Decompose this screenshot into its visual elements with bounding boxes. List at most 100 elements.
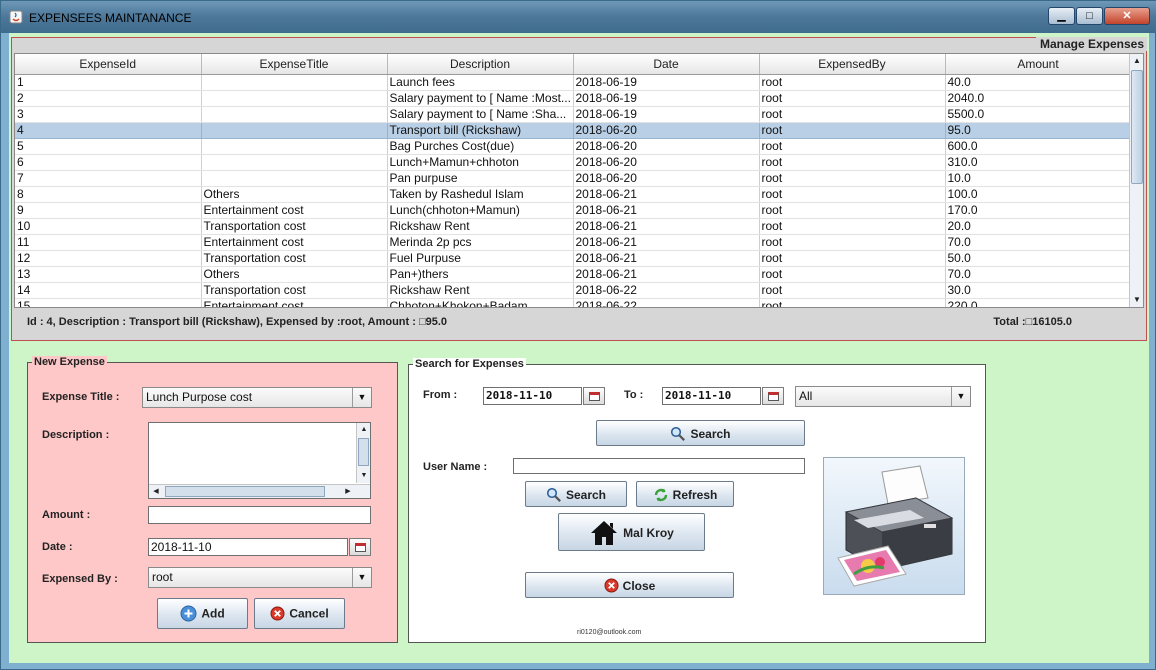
table-cell[interactable]: Entertainment cost <box>201 298 388 307</box>
table-row[interactable]: 13 Others Pan+)thers 2018-06-21 root 70.0 <box>15 266 1132 283</box>
chevron-down-icon[interactable]: ▼ <box>352 568 371 587</box>
table-cell[interactable]: 2018-06-22 <box>573 298 760 307</box>
table-cell[interactable]: root <box>759 122 946 139</box>
table-cell[interactable]: 2018-06-21 <box>573 186 760 203</box>
table-cell[interactable] <box>201 106 388 123</box>
scroll-down-icon[interactable]: ▼ <box>1130 293 1143 307</box>
table-cell[interactable]: Taken by Rashedul Islam <box>387 186 574 203</box>
column-header[interactable]: Description <box>387 54 574 75</box>
table-cell[interactable]: 6 <box>15 154 202 171</box>
table-cell[interactable]: 2018-06-19 <box>573 106 760 123</box>
table-cell[interactable]: Pan purpuse <box>387 170 574 187</box>
table-cell[interactable]: Others <box>201 266 388 283</box>
table-cell[interactable] <box>201 154 388 171</box>
table-cell[interactable]: 600.0 <box>945 138 1132 155</box>
table-cell[interactable]: 8 <box>15 186 202 203</box>
table-cell[interactable]: Salary payment to [ Name :Sha... <box>387 106 574 123</box>
table-cell[interactable]: root <box>759 298 946 307</box>
table-cell[interactable]: root <box>759 154 946 171</box>
table-cell[interactable]: 310.0 <box>945 154 1132 171</box>
table-cell[interactable]: root <box>759 282 946 299</box>
scroll-thumb[interactable] <box>358 438 369 466</box>
refresh-button[interactable]: Refresh <box>636 481 734 507</box>
table-cell[interactable]: root <box>759 186 946 203</box>
table-cell[interactable]: 170.0 <box>945 202 1132 219</box>
table-cell[interactable]: Lunch+Mamun+chhoton <box>387 154 574 171</box>
table-row[interactable]: 15 Entertainment cost Chhoton+Khokon+Badam… <box>15 298 1132 307</box>
maximize-button[interactable]: □ <box>1076 7 1103 25</box>
table-cell[interactable]: 2018-06-21 <box>573 250 760 267</box>
table-cell[interactable]: 2018-06-22 <box>573 282 760 299</box>
table-cell[interactable]: Chhoton+Khokon+Badam <box>387 298 574 307</box>
table-row[interactable]: 10 Transportation cost Rickshaw Rent 2018-0… <box>15 218 1132 235</box>
table-cell[interactable] <box>201 74 388 91</box>
table-cell[interactable]: 1 <box>15 74 202 91</box>
table-cell[interactable]: root <box>759 90 946 107</box>
table-cell[interactable]: 2018-06-20 <box>573 138 760 155</box>
table-cell[interactable]: 10 <box>15 218 202 235</box>
table-row[interactable]: 11 Entertainment cost Merinda 2p pcs 2018-0… <box>15 234 1132 251</box>
table-cell[interactable]: 70.0 <box>945 234 1132 251</box>
table-cell[interactable]: root <box>759 106 946 123</box>
scroll-down-icon[interactable]: ▼ <box>357 469 371 483</box>
expenses-table-container[interactable]: ExpenseId ExpenseTitle Description Date Expe… <box>14 53 1144 308</box>
table-cell[interactable]: 2018-06-21 <box>573 218 760 235</box>
table-row[interactable]: 3 Salary payment to [ Name :Sha... 2018-06… <box>15 106 1132 123</box>
scroll-thumb[interactable] <box>1131 70 1143 184</box>
table-cell[interactable]: 7 <box>15 170 202 187</box>
table-cell[interactable]: 5500.0 <box>945 106 1132 123</box>
calendar-icon[interactable] <box>349 538 371 556</box>
table-body[interactable]: 1 Launch fees 2018-06-19 root 40.0 2 Salary pa… <box>15 74 1132 307</box>
table-row[interactable]: 6 Lunch+Mamun+chhoton 2018-06-20 root 310.0 <box>15 154 1132 171</box>
description-vertical-scrollbar[interactable]: ▲ ▼ <box>356 423 370 483</box>
table-cell[interactable] <box>201 90 388 107</box>
expensed-by-select[interactable]: root ▼ <box>148 567 372 588</box>
expense-filter-select[interactable]: All ▼ <box>795 386 971 407</box>
column-header[interactable]: ExpensedBy <box>759 54 946 75</box>
table-cell[interactable]: Entertainment cost <box>201 234 388 251</box>
table-cell[interactable]: 13 <box>15 266 202 283</box>
mal-kroy-button[interactable]: Mal Kroy <box>558 513 705 551</box>
table-row[interactable]: 2 Salary payment to [ Name :Most... 2018-0… <box>15 90 1132 107</box>
column-header[interactable]: Amount <box>945 54 1132 75</box>
table-cell[interactable]: Transportation cost <box>201 282 388 299</box>
table-row[interactable]: 4 Transport bill (Rickshaw) 2018-06-20 root… <box>15 122 1132 139</box>
table-cell[interactable]: 2018-06-19 <box>573 74 760 91</box>
column-header[interactable]: ExpenseTitle <box>201 54 388 75</box>
scroll-left-icon[interactable]: ◀ <box>149 485 163 499</box>
table-cell[interactable]: root <box>759 202 946 219</box>
table-row[interactable]: 7 Pan purpuse 2018-06-20 root 10.0 <box>15 170 1132 187</box>
table-cell[interactable]: 100.0 <box>945 186 1132 203</box>
table-cell[interactable]: 5 <box>15 138 202 155</box>
table-cell[interactable]: root <box>759 170 946 187</box>
table-cell[interactable]: Transport bill (Rickshaw) <box>387 122 574 139</box>
table-cell[interactable]: 2018-06-21 <box>573 234 760 251</box>
title-bar[interactable]: EXPENSEES MAINTANANCE ▁ □ ✕ <box>1 1 1156 33</box>
table-cell[interactable]: Entertainment cost <box>201 202 388 219</box>
table-cell[interactable]: 2018-06-21 <box>573 202 760 219</box>
user-name-field[interactable] <box>513 458 805 474</box>
table-row[interactable]: 12 Transportation cost Fuel Purpuse 2018-06… <box>15 250 1132 267</box>
table-cell[interactable]: root <box>759 138 946 155</box>
table-cell[interactable]: Transportation cost <box>201 250 388 267</box>
add-button[interactable]: Add <box>157 598 248 629</box>
table-cell[interactable]: 70.0 <box>945 266 1132 283</box>
scroll-up-icon[interactable]: ▲ <box>1130 54 1143 68</box>
table-cell[interactable]: 220.0 <box>945 298 1132 307</box>
table-cell[interactable]: 2 <box>15 90 202 107</box>
table-cell[interactable] <box>201 170 388 187</box>
table-cell[interactable]: Others <box>201 186 388 203</box>
table-cell[interactable]: Transportation cost <box>201 218 388 235</box>
table-cell[interactable]: 40.0 <box>945 74 1132 91</box>
amount-field[interactable] <box>148 506 371 524</box>
table-cell[interactable]: 2040.0 <box>945 90 1132 107</box>
table-cell[interactable]: Merinda 2p pcs <box>387 234 574 251</box>
table-cell[interactable]: 9 <box>15 202 202 219</box>
table-cell[interactable]: Rickshaw Rent <box>387 282 574 299</box>
table-cell[interactable]: Rickshaw Rent <box>387 218 574 235</box>
table-cell[interactable]: 20.0 <box>945 218 1132 235</box>
expense-title-select[interactable]: Lunch Purpose cost ▼ <box>142 387 372 408</box>
table-cell[interactable]: Launch fees <box>387 74 574 91</box>
table-cell[interactable]: Bag Purches Cost(due) <box>387 138 574 155</box>
column-header[interactable]: Date <box>573 54 760 75</box>
